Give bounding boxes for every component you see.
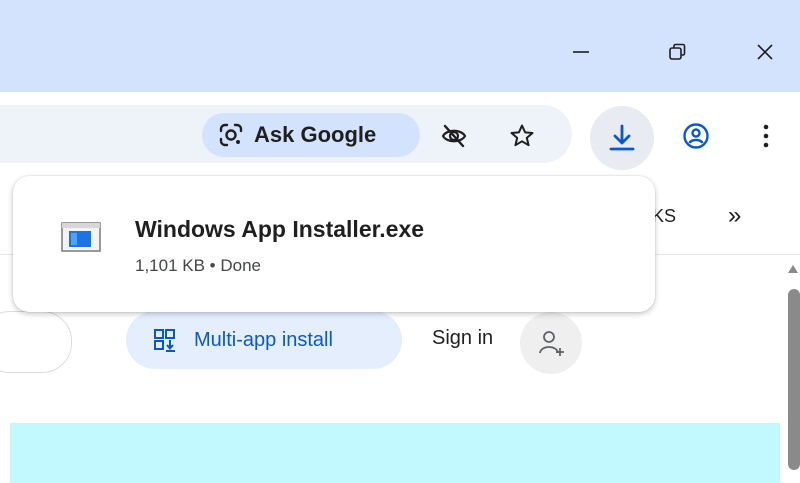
restore-icon xyxy=(669,43,686,60)
star-icon xyxy=(510,124,534,147)
scroll-up-arrow-icon[interactable] xyxy=(788,265,798,273)
download-file-meta: 1,101 KB • Done xyxy=(135,256,261,275)
bookmarks-overflow-button[interactable]: » xyxy=(728,202,741,230)
bookmark-item[interactable]: KS xyxy=(652,206,676,227)
download-icon xyxy=(609,124,635,151)
exe-file-icon xyxy=(61,222,101,252)
google-lens-icon xyxy=(219,123,243,147)
multi-app-install-icon xyxy=(154,329,175,352)
more-menu-button[interactable] xyxy=(748,114,784,158)
restore-button[interactable] xyxy=(652,30,702,74)
close-button[interactable] xyxy=(740,30,790,74)
multi-app-install-button[interactable]: Multi-app install xyxy=(126,311,402,369)
download-item[interactable]: Windows App Installer.exe 1,101 KB • Don… xyxy=(13,176,655,312)
page-scrollbar[interactable] xyxy=(784,255,800,470)
downloads-button[interactable] xyxy=(590,106,654,170)
add-user-button[interactable] xyxy=(520,312,582,374)
more-vert-icon xyxy=(763,124,769,148)
close-icon xyxy=(757,44,773,60)
multi-app-install-label: Multi-app install xyxy=(194,328,333,351)
account-icon xyxy=(683,123,709,149)
download-file-name: Windows App Installer.exe xyxy=(135,216,425,242)
search-input[interactable] xyxy=(0,311,72,373)
content-banner xyxy=(10,423,780,483)
sign-in-link[interactable]: Sign in xyxy=(432,327,493,350)
minimize-icon xyxy=(573,51,589,53)
add-user-icon xyxy=(539,331,564,356)
minimize-button[interactable] xyxy=(556,30,606,74)
bookmark-star-button[interactable] xyxy=(500,114,544,158)
browser-toolbar: Ask Google xyxy=(0,92,800,184)
profile-button[interactable] xyxy=(674,114,718,158)
eye-off-icon xyxy=(441,124,467,148)
hide-button[interactable] xyxy=(432,114,476,158)
title-bar xyxy=(0,0,800,92)
downloads-popup: Windows App Installer.exe 1,101 KB • Don… xyxy=(13,176,655,312)
ask-google-button[interactable]: Ask Google xyxy=(202,113,420,157)
ask-google-label: Ask Google xyxy=(254,122,377,147)
scroll-thumb[interactable] xyxy=(788,289,800,470)
